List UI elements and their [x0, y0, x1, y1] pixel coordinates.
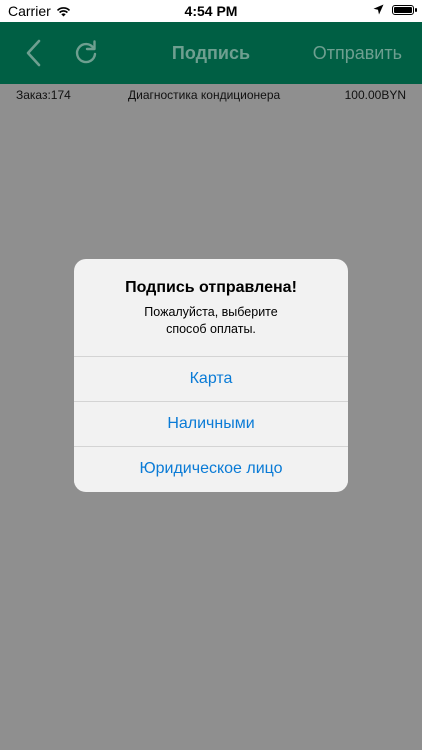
- status-right: [373, 4, 417, 15]
- alert-message-line: Пожалуйста, выберите: [144, 305, 278, 319]
- order-number: Заказ:174: [16, 88, 71, 102]
- alert-message: Пожалуйста, выберите способ оплаты.: [104, 304, 318, 338]
- send-button[interactable]: Отправить: [313, 43, 402, 64]
- order-service: Диагностика кондиционера: [128, 88, 281, 102]
- order-price: 100.00BYN: [344, 88, 406, 102]
- alert-title: Подпись отправлена!: [125, 279, 297, 296]
- cash-payment-button[interactable]: Наличными: [74, 401, 348, 446]
- status-bar: Carrier 4:54 PM: [0, 0, 422, 22]
- battery-icon: [392, 4, 417, 15]
- alert-message-line: способ оплаты.: [166, 322, 256, 336]
- order-row: Заказ:174 Диагностика кондиционера 100.0…: [0, 84, 422, 106]
- card-payment-button[interactable]: Карта: [74, 356, 348, 401]
- legal-entity-payment-button[interactable]: Юридическое лицо: [74, 446, 348, 491]
- status-time: 4:54 PM: [184, 3, 238, 19]
- nav-bar: Подпись Отправить: [0, 22, 422, 84]
- location-arrow-icon: [373, 4, 384, 15]
- payment-alert: Подпись отправлена! Пожалуйста, выберите…: [74, 259, 348, 492]
